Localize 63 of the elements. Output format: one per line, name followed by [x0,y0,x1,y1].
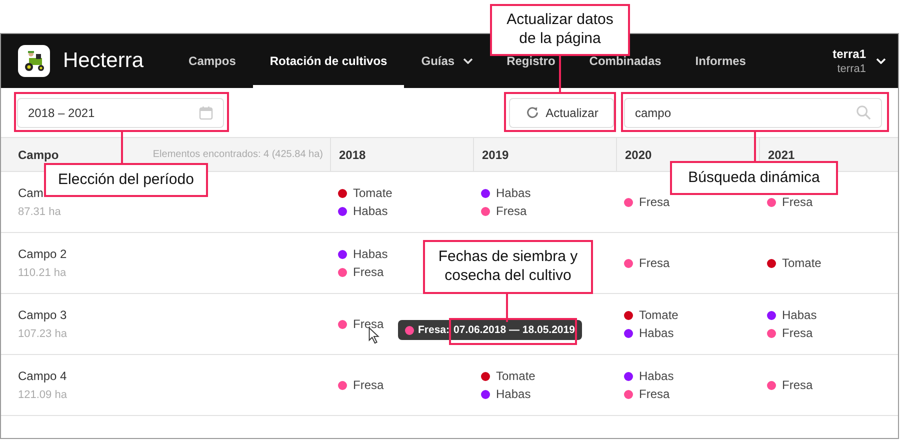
field-name: Campo 2 [18,247,68,261]
nav-tab[interactable]: Combinadas [589,54,662,68]
user-name: terra1 [832,47,866,61]
refresh-button[interactable]: Actualizar [509,98,614,128]
crop-name[interactable]: Fresa [496,204,527,218]
column-header: 2021 [768,148,795,162]
nav-tab[interactable]: Informes [695,54,746,68]
column-header: 2018 [339,148,366,162]
search-field[interactable]: campo [624,98,882,128]
crop-name[interactable]: Fresa [782,326,813,340]
nav-tab[interactable]: Guías [421,54,473,68]
refresh-icon [524,105,540,120]
crop-name[interactable]: Fresa [639,195,670,209]
column-header: 2020 [625,148,652,162]
account-name: terra1 [837,63,866,75]
callout-label: Actualizar datos de la página [490,4,630,56]
column-header: 2019 [482,148,509,162]
crop-name[interactable]: Habas [496,186,531,200]
nav-tab[interactable]: Registro [506,54,556,68]
results-count: Elementos encontrados: 4 (425.84 ha) [152,149,323,160]
crop-name[interactable]: Habas [353,247,388,261]
crop-name[interactable]: Fresa [353,378,384,392]
leader-line [754,132,756,161]
search-icon [856,105,871,120]
field-name: Campo 3 [18,308,68,322]
crop-name[interactable]: Habas [639,326,674,340]
app-name: Hecterra [63,49,144,73]
cursor-icon [368,327,380,344]
chevron-down-icon[interactable] [876,58,886,64]
tooltip-label: Fresa: [418,324,450,336]
period-field[interactable]: 2018 – 2021 [17,98,224,128]
callout-label: Elección del período [44,163,208,197]
crop-name[interactable]: Tomate [353,186,392,200]
callout-label: Fechas de siembra y cosecha del cultivo [423,240,593,294]
field-area: 110.21 ha [18,267,330,279]
crop-name[interactable]: Tomate [639,308,678,322]
crop-name[interactable]: Tomate [782,256,822,270]
crop-name[interactable]: Fresa [782,378,813,392]
field-name: Campo 4 [18,369,68,383]
crop-name[interactable]: Habas [782,308,817,322]
crop-name[interactable]: Fresa [353,317,384,331]
field-area: 121.09 ha [18,389,330,401]
calendar-icon [199,106,213,120]
nav-tab[interactable]: Rotación de cultivos [252,34,404,88]
crop-name[interactable]: Fresa [639,256,670,270]
leader-line [559,56,561,92]
nav-tab[interactable]: Campos [188,54,236,68]
crop-name[interactable]: Habas [496,387,531,401]
leader-line [506,294,508,322]
leader-line [121,132,123,163]
crop-name[interactable]: Fresa [639,387,670,401]
crop-name[interactable]: Tomate [496,369,536,383]
crop-name[interactable]: Fresa [353,265,384,279]
field-name: Cam [18,186,44,200]
callout-label: Búsqueda dinámica [670,161,838,195]
tooltip-dates: 07.06.2018 — 18.05.2019 [454,324,575,336]
crop-name[interactable]: Habas [639,369,674,383]
crop-name[interactable]: Fresa [782,195,813,209]
field-area: 87.31 ha [18,206,330,218]
column-header: Campo [18,148,59,162]
field-area: 107.23 ha [18,328,330,340]
crop-name[interactable]: Habas [353,204,388,218]
tractor-logo-icon [18,45,50,77]
